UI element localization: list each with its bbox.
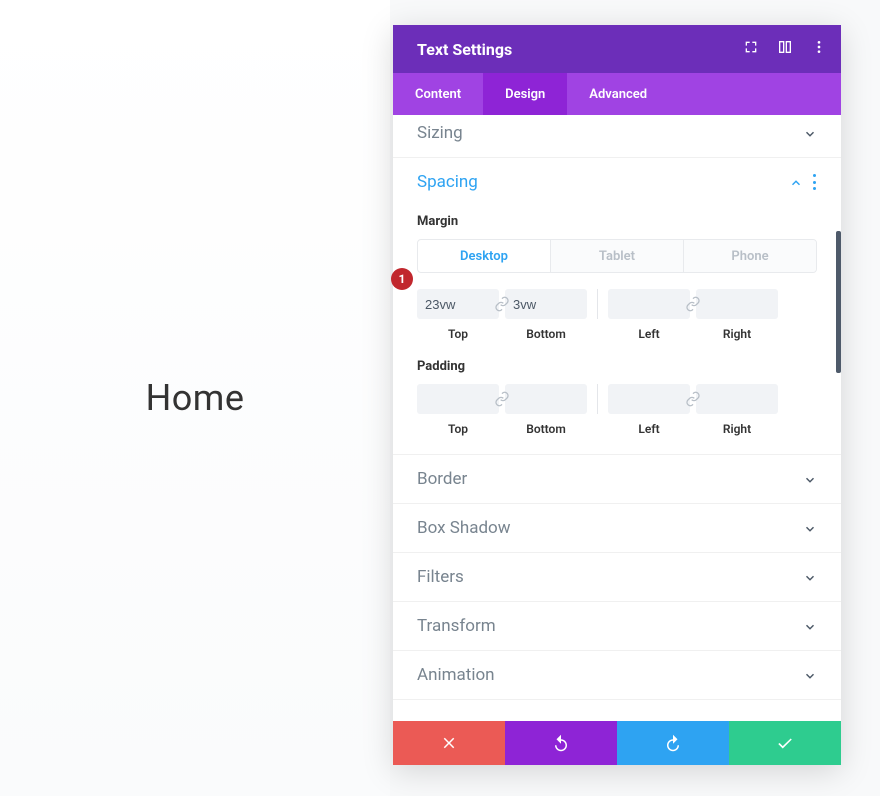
redo-button[interactable] bbox=[617, 721, 729, 765]
spacing-section-body: Margin Desktop Tablet Phone Top bbox=[393, 206, 841, 455]
columns-icon[interactable] bbox=[777, 39, 793, 59]
tab-design[interactable]: Design bbox=[483, 73, 567, 115]
divider bbox=[597, 289, 598, 319]
link-icon[interactable] bbox=[684, 295, 702, 313]
panel-body: Sizing Spacing Margin Desktop Tablet Pho… bbox=[393, 115, 841, 721]
padding-label: Padding bbox=[417, 359, 817, 374]
padding-bottom-sublabel: Bottom bbox=[526, 422, 566, 436]
link-icon[interactable] bbox=[493, 295, 511, 313]
padding-top-sublabel: Top bbox=[448, 422, 468, 436]
padding-right-input[interactable] bbox=[696, 384, 778, 414]
chevron-down-icon bbox=[803, 668, 817, 682]
annotation-badge-1: 1 bbox=[391, 268, 413, 290]
margin-left-input[interactable] bbox=[608, 289, 690, 319]
margin-left-right-pair: Left Right bbox=[608, 289, 778, 341]
section-transform[interactable]: Transform bbox=[393, 602, 841, 651]
section-filters[interactable]: Filters bbox=[393, 553, 841, 602]
margin-bottom-sublabel: Bottom bbox=[526, 327, 566, 341]
section-border[interactable]: Border bbox=[393, 455, 841, 504]
help-link[interactable]: ? Help bbox=[393, 700, 841, 721]
device-tab-phone[interactable]: Phone bbox=[684, 240, 816, 272]
margin-top-input[interactable] bbox=[417, 289, 499, 319]
padding-left-input[interactable] bbox=[608, 384, 690, 414]
chevron-down-icon bbox=[803, 521, 817, 535]
padding-top-bottom-pair: Top Bottom bbox=[417, 384, 587, 436]
panel-title: Text Settings bbox=[417, 40, 512, 59]
panel-footer bbox=[393, 721, 841, 765]
panel-header: Text Settings bbox=[393, 25, 841, 73]
margin-top-sublabel: Top bbox=[448, 327, 468, 341]
link-icon[interactable] bbox=[684, 390, 702, 408]
margin-right-input[interactable] bbox=[696, 289, 778, 319]
undo-button[interactable] bbox=[505, 721, 617, 765]
kebab-icon[interactable] bbox=[811, 39, 827, 59]
padding-inputs-row: Top Bottom Left bbox=[417, 384, 817, 436]
link-icon[interactable] bbox=[493, 390, 511, 408]
panel-header-icons bbox=[743, 39, 827, 59]
padding-left-sublabel: Left bbox=[638, 422, 659, 436]
preview-area: Home bbox=[0, 0, 390, 796]
section-spacing[interactable]: Spacing bbox=[393, 158, 841, 206]
section-title-transform: Transform bbox=[417, 616, 496, 636]
chevron-down-icon bbox=[803, 619, 817, 633]
margin-left-sublabel: Left bbox=[638, 327, 659, 341]
section-title-animation: Animation bbox=[417, 665, 495, 685]
section-box-shadow[interactable]: Box Shadow bbox=[393, 504, 841, 553]
device-tab-desktop[interactable]: Desktop bbox=[418, 240, 551, 272]
margin-top-bottom-pair: Top Bottom bbox=[417, 289, 587, 341]
save-button[interactable] bbox=[729, 721, 841, 765]
chevron-down-icon bbox=[803, 472, 817, 486]
cancel-button[interactable] bbox=[393, 721, 505, 765]
section-title-spacing: Spacing bbox=[417, 172, 478, 192]
divider bbox=[597, 384, 598, 414]
section-title-filters: Filters bbox=[417, 567, 464, 587]
section-animation[interactable]: Animation bbox=[393, 651, 841, 700]
margin-bottom-input[interactable] bbox=[505, 289, 587, 319]
padding-right-sublabel: Right bbox=[723, 422, 751, 436]
padding-left-right-pair: Left Right bbox=[608, 384, 778, 436]
margin-right-sublabel: Right bbox=[723, 327, 751, 341]
margin-label: Margin bbox=[417, 214, 817, 229]
device-tabs: Desktop Tablet Phone bbox=[417, 239, 817, 273]
chevron-up-icon bbox=[789, 175, 803, 189]
chevron-down-icon bbox=[803, 570, 817, 584]
padding-bottom-input[interactable] bbox=[505, 384, 587, 414]
chevron-down-icon bbox=[803, 126, 817, 140]
device-tab-tablet[interactable]: Tablet bbox=[551, 240, 684, 272]
tab-advanced[interactable]: Advanced bbox=[567, 73, 669, 115]
expand-icon[interactable] bbox=[743, 39, 759, 59]
section-title-box-shadow: Box Shadow bbox=[417, 518, 511, 538]
settings-panel: Text Settings Content Design Advanced Si… bbox=[393, 25, 841, 765]
section-options-icon[interactable] bbox=[813, 174, 817, 190]
preview-home-text: Home bbox=[146, 377, 245, 419]
tab-content[interactable]: Content bbox=[393, 73, 483, 115]
margin-inputs-row: Top Bottom Left bbox=[417, 289, 817, 341]
section-title-border: Border bbox=[417, 469, 467, 489]
panel-tabs: Content Design Advanced bbox=[393, 73, 841, 115]
padding-top-input[interactable] bbox=[417, 384, 499, 414]
scrollbar-thumb[interactable] bbox=[836, 231, 841, 373]
section-sizing[interactable]: Sizing bbox=[393, 115, 841, 158]
section-title-sizing: Sizing bbox=[417, 123, 463, 143]
